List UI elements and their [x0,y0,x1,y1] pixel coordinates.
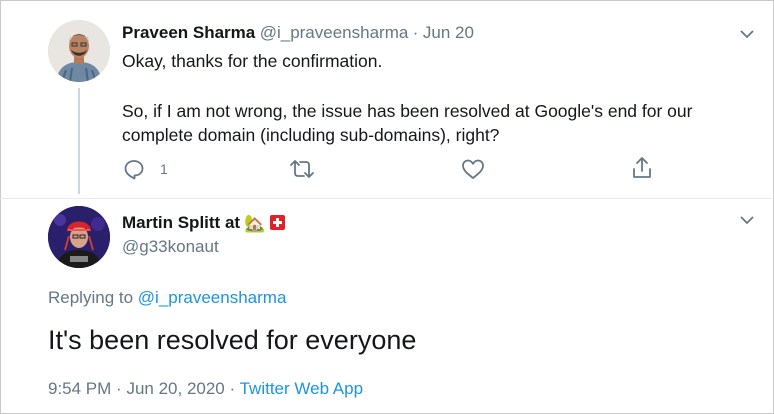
tweet-text-line: So, if I am not wrong, the issue has bee… [122,101,693,121]
tweet-date[interactable]: Jun 20, 2020 [126,379,224,398]
tweet-time[interactable]: 9:54 PM [48,379,111,398]
share-icon [633,157,651,178]
author-handle[interactable]: @i_praveensharma [260,23,409,42]
tweet-divider [0,198,772,199]
tweet-text-line: Okay, thanks for the confirmation. [122,51,383,71]
replying-prefix: Replying to [48,288,134,307]
like-icon [462,159,484,179]
retweet-icon [290,160,314,178]
main-tweet-text: It's been resolved for everyone [48,325,417,355]
avatar-martin[interactable] [48,206,110,268]
person-avatar-icon [48,206,110,268]
meta-separator: · [412,23,419,42]
meta-separator: · [116,379,122,398]
avatar-praveen[interactable] [48,20,110,82]
tweet-date[interactable]: Jun 20 [423,23,474,42]
tweet-text-line: complete domain (including sub-domains),… [122,125,500,145]
author-handle[interactable]: @g33konaut [122,237,219,257]
tweet-source-link[interactable]: Twitter Web App [240,379,363,398]
author-name[interactable]: Praveen Sharma [122,23,255,42]
chevron-down-icon[interactable] [737,210,757,230]
replying-handle-link[interactable]: @i_praveensharma [138,288,287,307]
retweet-button[interactable] [288,157,316,181]
reply-count: 1 [160,161,168,177]
thread-connector-line [78,88,80,194]
person-avatar-icon [48,20,110,82]
meta-separator: · [229,379,236,398]
chevron-down-icon[interactable] [737,24,757,44]
reply-button[interactable]: 1 [122,157,168,181]
tweet-timestamp: 9:54 PM · Jun 20, 2020 · Twitter Web App [48,379,363,399]
main-tweet-author[interactable]: Martin Splitt at 🏡 [122,213,286,234]
author-name: Martin Splitt at [122,213,241,232]
swiss-flag-icon [270,215,286,230]
reply-icon [124,160,144,180]
like-button[interactable] [460,157,486,181]
share-button[interactable] [630,155,654,181]
replying-to: Replying to @i_praveensharma [48,288,286,308]
reply-tweet-header: Praveen Sharma @i_praveensharma · Jun 20 [122,23,474,43]
house-emoji-icon: 🏡 [244,214,266,233]
